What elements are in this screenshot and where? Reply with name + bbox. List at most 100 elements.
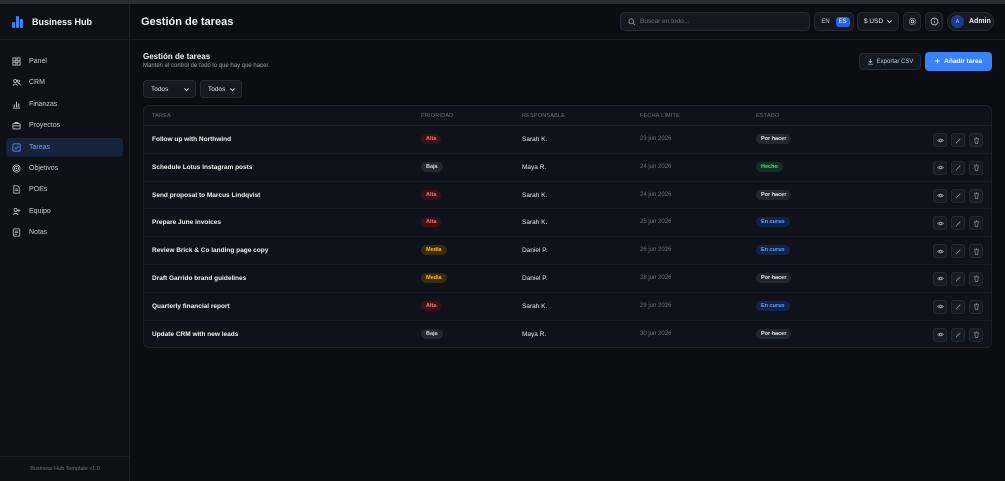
edit-button[interactable] (951, 216, 965, 231)
table-row[interactable]: Review Brick & Co landing page copy Media… (144, 237, 991, 265)
delete-button[interactable] (969, 327, 983, 342)
eye-icon (936, 277, 944, 281)
status-badge[interactable]: Por hacer (756, 328, 792, 339)
brand[interactable]: Business Hub (0, 4, 129, 40)
view-button[interactable] (933, 216, 947, 231)
sidebar-item-poes[interactable]: POEs (6, 180, 123, 199)
table-row[interactable]: Prepare June invoices Alta Sarah K. 25 jun … (144, 209, 991, 238)
view-button[interactable] (933, 327, 947, 342)
status-badge[interactable]: Por hacer (756, 134, 792, 144)
table-row[interactable]: Quarterly financial report Alta Sarah K. 29… (144, 293, 991, 321)
row-actions (933, 244, 983, 259)
pencil-icon (955, 276, 961, 282)
table-row[interactable]: Schedule Lotus Instagram posts Baja Maya R… (144, 154, 991, 182)
task-name: Update CRM with new leads (152, 330, 239, 338)
status-badge[interactable]: Por hacer (756, 189, 792, 200)
priority-badge: Alta (421, 217, 442, 228)
column-task: TAREA (152, 113, 171, 119)
lang-es-button[interactable]: ES (835, 16, 850, 27)
view-button[interactable] (933, 160, 947, 175)
owner-name: Maya R. (522, 330, 547, 338)
column-status: ESTADO (756, 113, 780, 119)
view-button[interactable] (933, 244, 947, 259)
row-actions (933, 299, 983, 314)
status-badge[interactable]: En curso (756, 245, 790, 256)
delete-button[interactable] (969, 188, 983, 203)
search-input[interactable] (640, 18, 800, 25)
sidebar-item-panel[interactable]: Panel (6, 52, 123, 71)
chevron-down-icon (230, 88, 235, 92)
table-row[interactable]: Update CRM with new leads Baja Maya R. 30 j… (144, 321, 991, 347)
status-badge[interactable]: Hecho (756, 161, 783, 172)
chevron-down-icon (887, 20, 892, 24)
owner-name: Maya R. (522, 163, 547, 171)
settings-button[interactable] (903, 12, 921, 31)
due-date: 28 jun 2026 (640, 274, 672, 281)
sidebar: Business Hub Panel CRM Finanzas Proyectos Ta… (0, 4, 130, 481)
row-actions (933, 216, 983, 231)
status-badge[interactable]: En curso (756, 217, 790, 228)
info-icon (930, 17, 938, 26)
delete-button[interactable] (969, 133, 983, 147)
edit-button[interactable] (951, 327, 965, 342)
delete-button[interactable] (969, 160, 983, 175)
lang-en-button[interactable]: EN (818, 17, 832, 27)
status-filter-select[interactable]: Todos (200, 80, 242, 98)
add-task-button[interactable]: + Añadir tarea (925, 52, 992, 71)
task-name: Draft Garrido brand guidelines (152, 274, 247, 282)
sidebar-item-equipo[interactable]: Equipo (6, 202, 123, 221)
sidebar-item-label: Objetivos (29, 164, 59, 172)
due-date: 25 jun 2026 (640, 219, 672, 226)
currency-select[interactable]: $ USD (857, 12, 899, 31)
view-button[interactable] (933, 133, 947, 147)
sidebar-item-finanzas[interactable]: Finanzas (6, 95, 123, 114)
view-button[interactable] (933, 299, 947, 314)
view-button[interactable] (933, 188, 947, 203)
task-name: Follow up with Northwind (152, 136, 232, 143)
edit-button[interactable] (951, 299, 965, 314)
edit-button[interactable] (951, 160, 965, 175)
edit-button[interactable] (951, 133, 965, 147)
user-menu[interactable]: A Admin (947, 12, 994, 31)
sidebar-item-objetivos[interactable]: Objetivos (6, 159, 123, 178)
table-row[interactable]: Follow up with Northwind Alta Sarah K. 23 j… (144, 126, 991, 154)
priority-filter-select[interactable]: Todos (143, 80, 196, 98)
page-title: Gestión de tareas (143, 52, 211, 61)
search-icon (628, 18, 636, 25)
delete-button[interactable] (969, 216, 983, 231)
edit-button[interactable] (951, 271, 965, 286)
status-badge[interactable]: En curso (756, 300, 790, 311)
sidebar-item-tareas[interactable]: Tareas (6, 137, 123, 157)
info-button[interactable] (925, 12, 943, 31)
owner-name: Daniel P. (522, 274, 548, 282)
status-badge[interactable]: Por hacer (756, 272, 792, 283)
app-name: Business Hub (32, 16, 93, 27)
search-box[interactable] (620, 12, 810, 31)
table-row[interactable]: Send proposal to Marcus Lindqvist Alta Sar… (144, 182, 991, 210)
sidebar-item-label: Tareas (29, 143, 51, 151)
export-csv-button[interactable]: Exportar CSV (859, 53, 921, 70)
view-button[interactable] (933, 271, 947, 286)
owner-name: Daniel P. (522, 247, 548, 255)
table-row[interactable]: Draft Garrido brand guidelines Media Danie… (144, 265, 991, 293)
delete-button[interactable] (969, 271, 983, 286)
sidebar-item-notas[interactable]: Notas (6, 223, 123, 242)
currency-value: $ USD (864, 18, 884, 25)
header-title: Gestión de tareas (141, 15, 234, 28)
sidebar-item-label: Equipo (29, 207, 51, 215)
sidebar-item-crm[interactable]: CRM (6, 73, 123, 92)
pencil-icon (955, 137, 961, 143)
row-actions (933, 271, 983, 286)
sidebar-item-proyectos[interactable]: Proyectos (6, 116, 123, 135)
delete-button[interactable] (969, 244, 983, 259)
delete-button[interactable] (969, 299, 983, 314)
owner-name: Sarah K. (522, 219, 548, 227)
edit-button[interactable] (951, 188, 965, 203)
pencil-icon (955, 249, 961, 255)
due-date: 26 jun 2026 (640, 247, 672, 254)
trash-icon (973, 192, 979, 199)
task-name: Schedule Lotus Instagram posts (152, 163, 253, 171)
page-subtitle: Mantén el control de todo lo que hay que… (143, 63, 270, 69)
gear-icon (908, 17, 916, 26)
edit-button[interactable] (951, 244, 965, 259)
